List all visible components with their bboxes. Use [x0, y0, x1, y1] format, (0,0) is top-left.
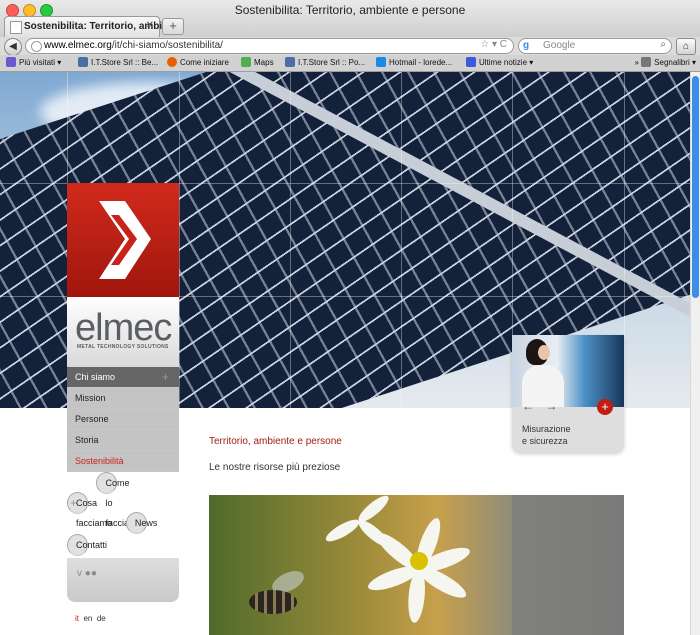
bookmark-star-icon[interactable]: ☆ ▾ C — [480, 39, 507, 50]
bookmark-item[interactable]: Più visitati ▾ — [6, 57, 61, 67]
card-label-line2: e sicurezza — [522, 436, 568, 446]
menu-label: News — [134, 518, 158, 528]
bookmark-label: Maps — [254, 58, 274, 67]
menu-label: Mission — [75, 393, 106, 403]
menu-item-cosa-facciamo[interactable]: Cosa facciamo + — [67, 492, 112, 528]
logo[interactable]: elmec METAL TECHNOLOGY SOLUTIONS — [67, 297, 179, 367]
google-icon[interactable]: g — [523, 40, 529, 51]
navigation-bar: ◀ www.elmec.org/it/chi-siamo/sostenibili… — [0, 37, 700, 56]
menu-item-sostenibilita[interactable]: Sostenibilità — [67, 451, 179, 472]
browser-window: Sostenibilita: Territorio, ambiente e pe… — [0, 0, 700, 635]
bookmark-label: Hotmail - lorede... — [389, 58, 453, 67]
bookmark-item[interactable]: I.T.Store Srl :: Be... — [78, 57, 158, 67]
menu-label: Sostenibilità — [75, 456, 124, 466]
rss-icon — [466, 57, 476, 67]
search-placeholder: Google — [543, 40, 576, 51]
bookmark-item[interactable]: Ultime notizie ▾ — [466, 57, 533, 67]
bookmarks-icon — [641, 57, 652, 67]
brand-tagline: METAL TECHNOLOGY SOLUTIONS — [77, 344, 169, 350]
bookmark-item[interactable]: Hotmail - lorede... — [376, 57, 452, 67]
new-tab-button[interactable]: + — [162, 18, 184, 35]
page-icon — [10, 21, 22, 34]
menu-label: Contatti — [76, 540, 108, 550]
expand-plus-icon[interactable]: + — [162, 367, 169, 387]
url-path: /it/chi-siamo/sostenibilita/ — [111, 40, 223, 51]
add-plus-icon[interactable]: + — [597, 399, 613, 415]
address-bar[interactable]: www.elmec.org/it/chi-siamo/sostenibilita… — [25, 38, 514, 54]
windows-icon — [376, 57, 386, 67]
bookmarks-bar: Più visitati ▾ I.T.Store Srl :: Be... Co… — [0, 55, 700, 72]
site-icon — [285, 57, 295, 67]
bookmark-folder-icon — [6, 57, 16, 67]
menu-label: Chi siamo — [75, 372, 116, 382]
bookmark-item[interactable]: Maps — [241, 57, 274, 67]
content-image — [209, 495, 624, 635]
page-subtitle: Le nostre risorse più preziose — [209, 462, 341, 473]
url-text: www.elmec.org/it/chi-siamo/sostenibilita… — [44, 40, 223, 51]
menu-item-chi-siamo[interactable]: Chi siamo + — [67, 367, 179, 388]
vimeo-icon[interactable]: v ●● — [77, 568, 97, 579]
vertical-scrollbar[interactable] — [690, 72, 700, 635]
tab-label: Sostenibilita: Territorio, ambien... — [24, 21, 183, 32]
card-label-line1: Misurazione — [522, 424, 571, 434]
menu-label: Persone — [75, 414, 109, 424]
globe-icon — [31, 41, 42, 52]
scrollbar-thumb[interactable] — [692, 76, 699, 298]
maps-icon — [241, 57, 251, 67]
logo-mark[interactable] — [67, 183, 179, 297]
lang-en[interactable]: en — [83, 614, 92, 623]
window-title: Sostenibilita: Territorio, ambiente e pe… — [234, 3, 466, 17]
bookmark-item[interactable]: Come iniziare — [167, 57, 229, 67]
bookmark-label: I.T.Store Srl :: Po... — [298, 58, 366, 67]
title-bar: Sostenibilita: Territorio, ambiente e pe… — [0, 0, 700, 38]
menu-item-persone[interactable]: Persone — [67, 409, 179, 430]
brand-name: elmec — [75, 307, 172, 349]
sidebar-menu: Chi siamo + Mission Persone Storia Sosten… — [67, 367, 179, 556]
back-button[interactable]: ◀ — [4, 38, 22, 56]
menu-label: Storia — [75, 435, 99, 445]
lang-it[interactable]: it — [75, 614, 79, 623]
search-icon[interactable]: ⌕ — [660, 39, 666, 50]
chevron-logo-icon — [99, 201, 151, 279]
bookmark-label: Più visitati ▾ — [19, 58, 62, 67]
bookmarks-menu[interactable]: » Segnalibri ▾ — [634, 57, 696, 67]
bookmark-item[interactable]: I.T.Store Srl :: Po... — [285, 57, 365, 67]
menu-item-contatti[interactable]: Contatti — [67, 534, 107, 556]
language-switcher: it en de — [75, 614, 106, 623]
lang-de[interactable]: de — [97, 614, 106, 623]
menu-item-storia[interactable]: Storia — [67, 430, 179, 451]
bookmark-label: I.T.Store Srl :: Be... — [91, 58, 159, 67]
bookmark-label: Come iniziare — [180, 58, 229, 67]
bookmarks-menu-label: Segnalibri ▾ — [654, 58, 696, 67]
menu-item-mission[interactable]: Mission — [67, 388, 179, 409]
menu-item-come-lo-facciamo[interactable]: Come lo facciamo — [96, 472, 141, 528]
bookmark-label: Ultime notizie ▾ — [479, 58, 534, 67]
promo-card[interactable]: ← → + Misurazione e sicurezza — [512, 335, 624, 452]
carousel-arrows-icon[interactable]: ← → — [522, 399, 561, 413]
card-image — [512, 335, 624, 407]
web-page: elmec METAL TECHNOLOGY SOLUTIONS Chi sia… — [0, 72, 690, 635]
card-label: Misurazione e sicurezza — [522, 423, 617, 447]
firefox-icon — [167, 57, 177, 67]
close-tab-icon[interactable]: ✕ — [146, 20, 154, 31]
expand-plus-icon[interactable]: + — [70, 493, 77, 513]
page-title: Territorio, ambiente e persone — [209, 436, 342, 447]
url-host: www.elmec.org — [44, 40, 112, 51]
menu-item-news[interactable]: News — [125, 512, 157, 534]
browser-tab[interactable]: Sostenibilita: Territorio, ambien... ✕ — [4, 16, 182, 37]
home-button[interactable]: ⌂ — [676, 38, 696, 55]
bee — [249, 590, 297, 614]
sidebar-footer: v ●● — [67, 558, 179, 602]
overflow-chevron-icon[interactable]: » — [634, 58, 638, 67]
search-box[interactable]: g Google ⌕ — [518, 38, 672, 54]
site-icon — [78, 57, 88, 67]
